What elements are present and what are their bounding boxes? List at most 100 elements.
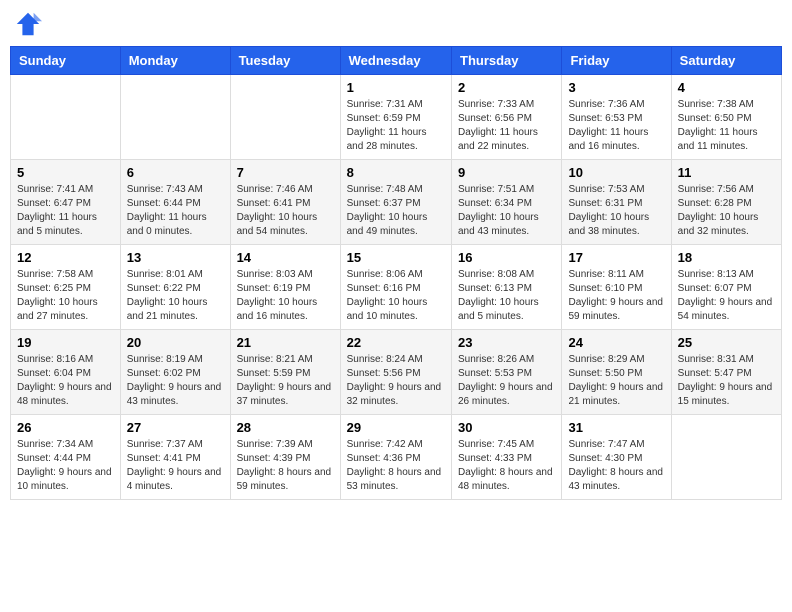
day-number: 16 — [458, 250, 555, 265]
day-info: Sunrise: 7:37 AM Sunset: 4:41 PM Dayligh… — [127, 438, 224, 494]
calendar-cell: 19 Sunrise: 8:16 AM Sunset: 6:04 PM Dayli… — [11, 330, 121, 415]
day-info: Sunrise: 7:51 AM Sunset: 6:34 PM Dayligh… — [458, 183, 555, 239]
day-number: 24 — [568, 335, 664, 350]
page-header — [10, 10, 782, 38]
calendar-week-row: 5 Sunrise: 7:41 AM Sunset: 6:47 PM Daylig… — [11, 160, 782, 245]
day-info: Sunrise: 8:08 AM Sunset: 6:13 PM Dayligh… — [458, 268, 555, 324]
calendar-cell: 2Sunrise: 7:33 AM Sunset: 6:56 PM Daylig… — [452, 75, 562, 160]
col-header-saturday: Saturday — [671, 47, 781, 75]
day-info: Sunrise: 7:56 AM Sunset: 6:28 PM Dayligh… — [678, 183, 775, 239]
day-info: Sunrise: 7:41 AM Sunset: 6:47 PM Dayligh… — [17, 183, 114, 239]
calendar-cell: 16 Sunrise: 8:08 AM Sunset: 6:13 PM Dayli… — [452, 245, 562, 330]
day-info: Sunrise: 8:29 AM Sunset: 5:50 PM Dayligh… — [568, 353, 664, 409]
day-number: 3 — [568, 80, 664, 95]
calendar-cell: 9 Sunrise: 7:51 AM Sunset: 6:34 PM Daylig… — [452, 160, 562, 245]
calendar-cell: 15 Sunrise: 8:06 AM Sunset: 6:16 PM Dayli… — [340, 245, 451, 330]
day-info: Sunrise: 8:06 AM Sunset: 6:16 PM Dayligh… — [347, 268, 445, 324]
calendar-cell: 26 Sunrise: 7:34 AM Sunset: 4:44 PM Dayli… — [11, 415, 121, 500]
calendar-cell: 11 Sunrise: 7:56 AM Sunset: 6:28 PM Dayli… — [671, 160, 781, 245]
day-number: 11 — [678, 165, 775, 180]
day-number: 5 — [17, 165, 114, 180]
day-info: Sunrise: 7:58 AM Sunset: 6:25 PM Dayligh… — [17, 268, 114, 324]
day-info: Sunrise: 8:31 AM Sunset: 5:47 PM Dayligh… — [678, 353, 775, 409]
calendar-cell: 29 Sunrise: 7:42 AM Sunset: 4:36 PM Dayli… — [340, 415, 451, 500]
day-info: Sunrise: 7:43 AM Sunset: 6:44 PM Dayligh… — [127, 183, 224, 239]
day-info: Sunrise: 7:42 AM Sunset: 4:36 PM Dayligh… — [347, 438, 445, 494]
calendar-cell: 24 Sunrise: 8:29 AM Sunset: 5:50 PM Dayli… — [562, 330, 671, 415]
col-header-friday: Friday — [562, 47, 671, 75]
day-info: Sunrise: 7:45 AM Sunset: 4:33 PM Dayligh… — [458, 438, 555, 494]
day-number: 9 — [458, 165, 555, 180]
day-info: Sunrise: 7:36 AM Sunset: 6:53 PM Dayligh… — [568, 98, 664, 154]
day-info: Sunrise: 7:38 AM Sunset: 6:50 PM Dayligh… — [678, 98, 775, 154]
day-number: 22 — [347, 335, 445, 350]
day-info: Sunrise: 7:46 AM Sunset: 6:41 PM Dayligh… — [237, 183, 334, 239]
calendar-week-row: 19 Sunrise: 8:16 AM Sunset: 6:04 PM Dayli… — [11, 330, 782, 415]
day-info: Sunrise: 8:24 AM Sunset: 5:56 PM Dayligh… — [347, 353, 445, 409]
day-number: 18 — [678, 250, 775, 265]
day-number: 31 — [568, 420, 664, 435]
calendar-cell: 31 Sunrise: 7:47 AM Sunset: 4:30 PM Dayli… — [562, 415, 671, 500]
calendar-cell: 4 Sunrise: 7:38 AM Sunset: 6:50 PM Daylig… — [671, 75, 781, 160]
day-info: Sunrise: 7:31 AM Sunset: 6:59 PM Dayligh… — [347, 98, 445, 154]
calendar-cell: 28Sunrise: 7:39 AM Sunset: 4:39 PM Dayli… — [230, 415, 340, 500]
calendar-cell: 3 Sunrise: 7:36 AM Sunset: 6:53 PM Daylig… — [562, 75, 671, 160]
col-header-wednesday: Wednesday — [340, 47, 451, 75]
day-number: 12 — [17, 250, 114, 265]
day-number: 25 — [678, 335, 775, 350]
calendar-cell: 27 Sunrise: 7:37 AM Sunset: 4:41 PM Dayli… — [120, 415, 230, 500]
day-info: Sunrise: 7:47 AM Sunset: 4:30 PM Dayligh… — [568, 438, 664, 494]
calendar-cell: 25 Sunrise: 8:31 AM Sunset: 5:47 PM Dayli… — [671, 330, 781, 415]
day-number: 17 — [568, 250, 664, 265]
calendar-cell: 22 Sunrise: 8:24 AM Sunset: 5:56 PM Dayli… — [340, 330, 451, 415]
calendar-cell: 10 Sunrise: 7:53 AM Sunset: 6:31 PM Dayli… — [562, 160, 671, 245]
calendar-cell: 21 Sunrise: 8:21 AM Sunset: 5:59 PM Dayli… — [230, 330, 340, 415]
calendar-cell: 14Sunrise: 8:03 AM Sunset: 6:19 PM Dayli… — [230, 245, 340, 330]
calendar-cell — [671, 415, 781, 500]
calendar-cell: 18Sunrise: 8:13 AM Sunset: 6:07 PM Dayli… — [671, 245, 781, 330]
day-number: 13 — [127, 250, 224, 265]
day-number: 19 — [17, 335, 114, 350]
calendar-cell: 8Sunrise: 7:48 AM Sunset: 6:37 PM Daylig… — [340, 160, 451, 245]
calendar-cell: 7Sunrise: 7:46 AM Sunset: 6:41 PM Daylig… — [230, 160, 340, 245]
col-header-monday: Monday — [120, 47, 230, 75]
col-header-sunday: Sunday — [11, 47, 121, 75]
day-info: Sunrise: 8:21 AM Sunset: 5:59 PM Dayligh… — [237, 353, 334, 409]
day-number: 14 — [237, 250, 334, 265]
day-info: Sunrise: 8:11 AM Sunset: 6:10 PM Dayligh… — [568, 268, 664, 324]
day-number: 28 — [237, 420, 334, 435]
day-number: 27 — [127, 420, 224, 435]
day-number: 6 — [127, 165, 224, 180]
calendar-table: SundayMondayTuesdayWednesdayThursdayFrid… — [10, 46, 782, 500]
calendar-cell: 12 Sunrise: 7:58 AM Sunset: 6:25 PM Dayli… — [11, 245, 121, 330]
calendar-cell — [230, 75, 340, 160]
calendar-week-row: 12 Sunrise: 7:58 AM Sunset: 6:25 PM Dayli… — [11, 245, 782, 330]
calendar-cell: 5 Sunrise: 7:41 AM Sunset: 6:47 PM Daylig… — [11, 160, 121, 245]
day-info: Sunrise: 8:01 AM Sunset: 6:22 PM Dayligh… — [127, 268, 224, 324]
calendar-cell — [120, 75, 230, 160]
day-info: Sunrise: 7:34 AM Sunset: 4:44 PM Dayligh… — [17, 438, 114, 494]
calendar-cell: 23Sunrise: 8:26 AM Sunset: 5:53 PM Dayli… — [452, 330, 562, 415]
logo — [14, 10, 46, 38]
col-header-thursday: Thursday — [452, 47, 562, 75]
day-number: 21 — [237, 335, 334, 350]
calendar-cell: 1 Sunrise: 7:31 AM Sunset: 6:59 PM Daylig… — [340, 75, 451, 160]
day-number: 8 — [347, 165, 445, 180]
day-number: 29 — [347, 420, 445, 435]
calendar-cell — [11, 75, 121, 160]
day-number: 15 — [347, 250, 445, 265]
calendar-cell: 17 Sunrise: 8:11 AM Sunset: 6:10 PM Dayli… — [562, 245, 671, 330]
day-number: 1 — [347, 80, 445, 95]
day-number: 4 — [678, 80, 775, 95]
day-number: 20 — [127, 335, 224, 350]
day-info: Sunrise: 8:26 AM Sunset: 5:53 PM Dayligh… — [458, 353, 555, 409]
day-number: 10 — [568, 165, 664, 180]
day-number: 30 — [458, 420, 555, 435]
day-number: 26 — [17, 420, 114, 435]
logo-icon — [14, 10, 42, 38]
day-info: Sunrise: 8:16 AM Sunset: 6:04 PM Dayligh… — [17, 353, 114, 409]
day-info: Sunrise: 7:53 AM Sunset: 6:31 PM Dayligh… — [568, 183, 664, 239]
col-header-tuesday: Tuesday — [230, 47, 340, 75]
day-number: 2 — [458, 80, 555, 95]
calendar-cell: 13 Sunrise: 8:01 AM Sunset: 6:22 PM Dayli… — [120, 245, 230, 330]
